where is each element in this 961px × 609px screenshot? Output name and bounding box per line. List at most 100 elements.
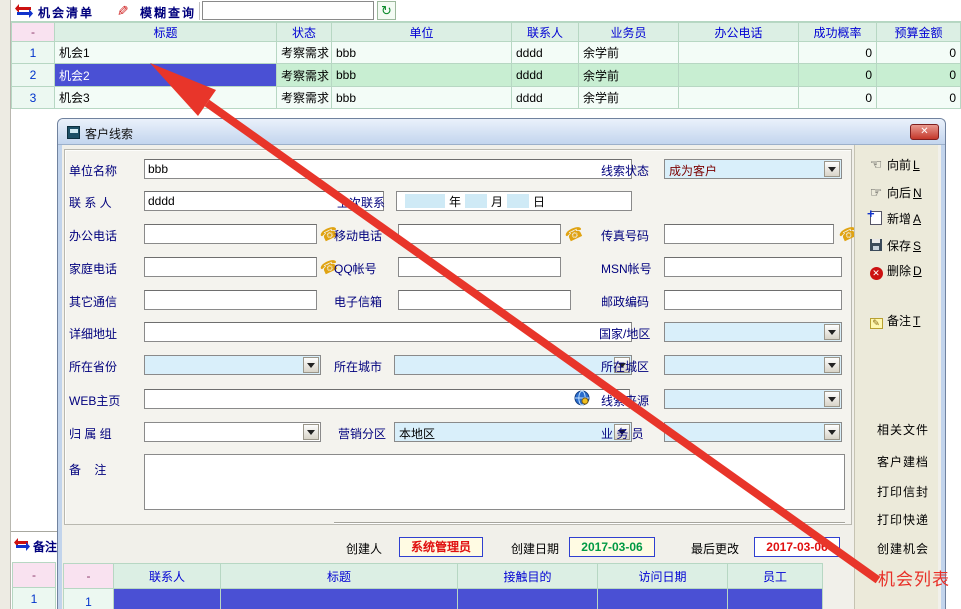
fuzzy-query-icon: ✎ xyxy=(113,5,130,17)
qq-input[interactable] xyxy=(398,257,561,277)
toolbar-separator xyxy=(199,2,200,20)
col-title[interactable]: 标题 xyxy=(55,22,277,42)
create-customer-link[interactable]: 客户建档 xyxy=(877,453,929,470)
col-salesman[interactable]: 业务员 xyxy=(579,22,679,42)
label-last-contact: 上次联系 xyxy=(337,194,385,211)
group-combo[interactable] xyxy=(144,422,321,442)
label-msn: MSN帐号 xyxy=(601,260,652,277)
nav-prev-button[interactable]: ☜向前L xyxy=(867,156,920,173)
remark-textarea[interactable] xyxy=(144,454,845,510)
col-visit-date[interactable]: 访问日期 xyxy=(598,563,728,589)
marketing-zone-combo[interactable]: 本地区 xyxy=(394,422,632,442)
lead-status-combo[interactable]: 成为客户 xyxy=(664,159,842,179)
col-office-phone[interactable]: 办公电话 xyxy=(679,22,799,42)
chevron-down-icon[interactable] xyxy=(824,424,840,440)
add-button[interactable]: +新增A xyxy=(867,210,921,227)
col-rownum[interactable]: - xyxy=(11,22,55,42)
salesman-combo[interactable] xyxy=(664,422,842,442)
home-phone-input[interactable] xyxy=(144,257,317,277)
globe-icon xyxy=(574,390,590,406)
web-input[interactable] xyxy=(144,389,630,409)
page-plus-icon: + xyxy=(867,211,885,226)
office-phone-input[interactable] xyxy=(144,224,317,244)
label-province: 所在省份 xyxy=(69,358,117,375)
hand-left-icon: ☜ xyxy=(867,156,885,173)
customer-lead-dialog: 客户线索 ✕ 单位名称 线索状态 成为客户 联 系 人 上次联系 年 月 日 办 xyxy=(57,118,946,609)
col-employee[interactable]: 员工 xyxy=(728,563,823,589)
label-fax: 传真号码 xyxy=(601,227,649,244)
country-combo[interactable] xyxy=(664,322,842,342)
separator xyxy=(334,522,845,524)
col-purpose[interactable]: 接触目的 xyxy=(458,563,598,589)
label-company: 单位名称 xyxy=(69,162,117,179)
chevron-down-icon[interactable] xyxy=(303,424,319,440)
label-salesman: 业 务 员 xyxy=(601,425,644,442)
col-contact[interactable]: 联系人 xyxy=(512,22,579,42)
note-button[interactable]: ✎备注T xyxy=(867,312,920,329)
menu-opportunity-list[interactable]: 机会清单 xyxy=(38,4,94,21)
print-envelope-link[interactable]: 打印信封 xyxy=(877,483,929,500)
visit-table-header-row: - 联系人 标题 接触目的 访问日期 员工 xyxy=(63,563,823,589)
table-row[interactable]: 1 机会1 考察需求 bbb dddd 余学前 0 0 xyxy=(11,42,961,64)
fax-input[interactable] xyxy=(664,224,834,244)
visit-table-row-selected[interactable]: 1 xyxy=(63,589,823,609)
dialog-body: 单位名称 线索状态 成为客户 联 系 人 上次联系 年 月 日 办公电话 ☎ 移… xyxy=(62,145,941,609)
chevron-down-icon[interactable] xyxy=(824,357,840,373)
province-combo[interactable] xyxy=(144,355,321,375)
close-icon[interactable]: ✕ xyxy=(910,124,939,140)
label-created-date: 创建日期 xyxy=(511,540,559,557)
label-mobile-phone: 移动电话 xyxy=(334,227,382,244)
dialog-titlebar[interactable]: 客户线索 ✕ xyxy=(58,119,945,145)
col-contact[interactable]: 联系人 xyxy=(114,563,221,589)
label-contact: 联 系 人 xyxy=(69,194,112,211)
label-address: 详细地址 xyxy=(69,325,117,342)
related-files-link[interactable]: 相关文件 xyxy=(877,421,929,438)
mobile-phone-input[interactable] xyxy=(398,224,561,244)
col-status[interactable]: 状态 xyxy=(277,22,332,42)
col-title[interactable]: 标题 xyxy=(221,563,458,589)
delete-button[interactable]: ✕删除D xyxy=(867,262,922,280)
refresh-icon[interactable]: ↻ xyxy=(377,1,396,20)
search-input[interactable] xyxy=(202,1,374,20)
dialog-title: 客户线索 xyxy=(85,125,133,142)
label-district: 所在城区 xyxy=(601,358,649,375)
col-budget[interactable]: 预算金额 xyxy=(877,22,961,42)
last-contact-date-field[interactable]: 年 月 日 xyxy=(396,191,632,211)
district-combo[interactable] xyxy=(664,355,842,375)
label-email: 电子信箱 xyxy=(334,293,382,310)
save-button[interactable]: 保存S xyxy=(867,237,921,254)
address-input[interactable] xyxy=(144,322,632,342)
city-combo[interactable] xyxy=(394,355,632,375)
postcode-input[interactable] xyxy=(664,290,842,310)
nav-next-button[interactable]: ☞向后N xyxy=(867,184,922,201)
label-home-phone: 家庭电话 xyxy=(69,260,117,277)
label-office-phone: 办公电话 xyxy=(69,227,117,244)
label-modified-date: 最后更改 xyxy=(691,540,739,557)
chevron-down-icon[interactable] xyxy=(824,391,840,407)
creator-value: 系统管理员 xyxy=(399,537,483,557)
note-window-title[interactable]: 备注 xyxy=(33,538,57,555)
label-lead-status: 线索状态 xyxy=(601,162,649,179)
col-rownum[interactable]: - xyxy=(63,563,114,589)
lead-source-combo[interactable] xyxy=(664,389,842,409)
table-row[interactable]: 3 机会3 考察需求 bbb dddd 余学前 0 0 xyxy=(11,87,961,109)
chevron-down-icon[interactable] xyxy=(303,357,319,373)
col-unit[interactable]: 单位 xyxy=(332,22,512,42)
table-row-selected[interactable]: 2 机会2 考察需求 bbb dddd 余学前 0 0 xyxy=(11,64,961,87)
email-input[interactable] xyxy=(398,290,571,310)
col-probability[interactable]: 成功概率 xyxy=(799,22,877,42)
note-pencil-icon: ✎ xyxy=(867,314,885,329)
chevron-down-icon[interactable] xyxy=(824,324,840,340)
print-express-link[interactable]: 打印快递 xyxy=(877,511,929,528)
note-row-1[interactable]: 1 xyxy=(12,588,56,609)
menu-fuzzy-query[interactable]: 模糊查询 xyxy=(140,4,196,21)
main-toolbar: 机会清单 ✎ 模糊查询 ↻ xyxy=(11,0,961,22)
other-comm-input[interactable] xyxy=(144,290,317,310)
company-input[interactable] xyxy=(144,159,632,179)
msn-input[interactable] xyxy=(664,257,842,277)
note-col-rownum[interactable]: - xyxy=(12,562,56,588)
chevron-down-icon[interactable] xyxy=(824,161,840,177)
form-window-icon xyxy=(67,126,80,139)
create-opportunity-link[interactable]: 创建机会 xyxy=(877,540,929,557)
window-edge xyxy=(0,0,11,609)
